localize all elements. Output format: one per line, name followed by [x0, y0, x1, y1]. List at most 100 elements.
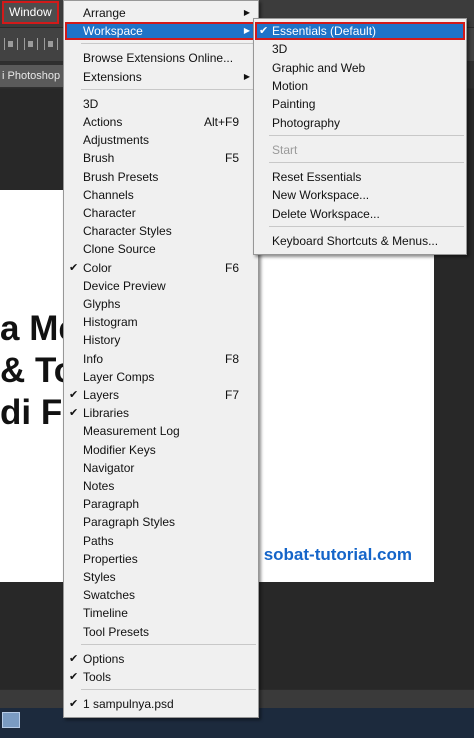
menu-item-label: New Workspace... — [272, 188, 370, 202]
menu-item-layer-comps[interactable]: Layer Comps — [65, 368, 257, 386]
menu-window[interactable]: Window — [2, 1, 59, 24]
menu-item-history[interactable]: History — [65, 331, 257, 349]
menu-item-label: 1 sampulnya.psd — [83, 697, 174, 711]
menu-item-character-styles[interactable]: Character Styles — [65, 222, 257, 240]
menu-item-label: Histogram — [83, 315, 138, 329]
menu-item-photography[interactable]: Photography — [255, 114, 465, 132]
checkmark-icon: ✔ — [69, 407, 79, 419]
menu-item-label: Adjustments — [83, 133, 150, 147]
menu-separator — [81, 89, 256, 90]
menu-item-info[interactable]: Info F8 — [65, 350, 257, 368]
menu-item-glyphs[interactable]: Glyphs — [65, 295, 257, 313]
watermark-text: sobat-tutorial.com — [263, 545, 412, 564]
menu-item-extensions[interactable]: Extensions ▶ — [65, 68, 257, 86]
menu-item-channels[interactable]: Channels — [65, 186, 257, 204]
menu-item-modifier-keys[interactable]: Modifier Keys — [65, 441, 257, 459]
menu-item-label: Tool Presets — [83, 625, 150, 639]
menu-item-label: Modifier Keys — [83, 443, 156, 457]
menu-item-keyboard-shortcuts-menus[interactable]: Keyboard Shortcuts & Menus... — [255, 232, 465, 250]
menu-item-3d[interactable]: 3D — [255, 40, 465, 58]
menu-item-arrange[interactable]: Arrange ▶ — [65, 4, 257, 22]
menu-item-styles[interactable]: Styles — [65, 568, 257, 586]
menu-separator — [269, 135, 464, 136]
menu-item-1-sampulnya-psd[interactable]: ✔ 1 sampulnya.psd — [65, 695, 257, 713]
menu-item-new-workspace[interactable]: New Workspace... — [255, 186, 465, 204]
checkmark-icon: ✔ — [259, 25, 269, 37]
menu-item-label: Layer Comps — [83, 370, 155, 384]
submenu-arrow-icon: ▶ — [243, 72, 250, 81]
menu-item-brush[interactable]: Brush F5 — [65, 149, 257, 167]
menu-item-layers[interactable]: ✔ Layers F7 — [65, 386, 257, 404]
menu-item-paragraph[interactable]: Paragraph — [65, 495, 257, 513]
menu-item-label: Character Styles — [83, 224, 172, 238]
menu-item-label: Graphic and Web — [272, 61, 366, 75]
menu-item-libraries[interactable]: ✔ Libraries — [65, 404, 257, 422]
menu-item-measurement-log[interactable]: Measurement Log — [65, 422, 257, 440]
menu-item-paths[interactable]: Paths — [65, 532, 257, 550]
menu-item-tool-presets[interactable]: Tool Presets — [65, 623, 257, 641]
document-tab[interactable]: i Photoshop — [0, 65, 70, 87]
menu-item-shortcut: F8 — [224, 352, 239, 366]
menu-item-navigator[interactable]: Navigator — [65, 459, 257, 477]
menu-item-label: Brush — [83, 151, 115, 165]
menu-separator — [269, 162, 464, 163]
align-bottom-icon[interactable] — [24, 38, 38, 50]
menu-item-label: Libraries — [83, 406, 130, 420]
menu-item-tools[interactable]: ✔ Tools — [65, 668, 257, 686]
menu-item-label: Color — [83, 261, 112, 275]
menu-separator — [81, 689, 256, 690]
align-left-icon[interactable] — [4, 38, 18, 50]
menu-separator — [81, 43, 256, 44]
menu-item-label: Paragraph — [83, 497, 140, 511]
menu-item-label: Device Preview — [83, 279, 166, 293]
menu-item-shortcut: F5 — [224, 151, 239, 165]
menu-item-label: Keyboard Shortcuts & Menus... — [272, 234, 439, 248]
menu-item-label: Paths — [83, 534, 114, 548]
menu-item-delete-workspace[interactable]: Delete Workspace... — [255, 205, 465, 223]
menu-item-graphic-and-web[interactable]: Graphic and Web — [255, 59, 465, 77]
menu-item-label: Glyphs — [83, 297, 121, 311]
menu-item-adjustments[interactable]: Adjustments — [65, 131, 257, 149]
menu-item-paragraph-styles[interactable]: Paragraph Styles — [65, 513, 257, 531]
checkmark-icon: ✔ — [69, 389, 79, 401]
menu-item-label: Character — [83, 206, 136, 220]
menu-separator — [269, 226, 464, 227]
menu-item-timeline[interactable]: Timeline — [65, 604, 257, 622]
menu-item-label: Styles — [83, 570, 116, 584]
menu-item-actions[interactable]: Actions Alt+F9 — [65, 113, 257, 131]
menu-item-browse-extensions-online[interactable]: Browse Extensions Online... — [65, 49, 257, 67]
menu-item-label: Measurement Log — [83, 424, 180, 438]
menu-item-3d[interactable]: 3D — [65, 95, 257, 113]
menu-item-histogram[interactable]: Histogram — [65, 313, 257, 331]
menu-item-label: Swatches — [83, 588, 136, 602]
menu-item-essentials-default[interactable]: ✔ Essentials (Default) — [255, 22, 465, 40]
menu-item-label: Essentials (Default) — [272, 24, 377, 38]
checkmark-icon: ✔ — [69, 262, 79, 274]
checkmark-icon: ✔ — [69, 698, 79, 710]
taskbar-app-icon[interactable] — [2, 712, 20, 728]
menu-item-brush-presets[interactable]: Brush Presets — [65, 168, 257, 186]
menu-item-properties[interactable]: Properties — [65, 550, 257, 568]
menu-item-label: Paragraph Styles — [83, 515, 176, 529]
checkmark-icon: ✔ — [69, 653, 79, 665]
menu-item-swatches[interactable]: Swatches — [65, 586, 257, 604]
menu-item-label: History — [83, 333, 121, 347]
menu-item-notes[interactable]: Notes — [65, 477, 257, 495]
menu-item-character[interactable]: Character — [65, 204, 257, 222]
menu-item-painting[interactable]: Painting — [255, 95, 465, 113]
menu-item-label: Actions — [83, 115, 123, 129]
window-menu: Arrange ▶ Workspace ▶ Browse Extensions Onli… — [63, 0, 259, 718]
menu-item-device-preview[interactable]: Device Preview — [65, 277, 257, 295]
menu-item-start: Start — [255, 141, 465, 159]
menu-item-options[interactable]: ✔ Options — [65, 650, 257, 668]
align-center-icon[interactable] — [44, 38, 58, 50]
menu-item-shortcut: Alt+F9 — [203, 115, 239, 129]
menu-item-color[interactable]: ✔ Color F6 — [65, 259, 257, 277]
menu-item-motion[interactable]: Motion — [255, 77, 465, 95]
menu-item-workspace[interactable]: Workspace ▶ — [65, 22, 257, 40]
menu-item-reset-essentials[interactable]: Reset Essentials — [255, 168, 465, 186]
menu-item-label: Notes — [83, 479, 115, 493]
menu-item-label: Info — [83, 352, 104, 366]
menu-item-clone-source[interactable]: Clone Source — [65, 240, 257, 258]
workspace-submenu: ✔ Essentials (Default) 3D Graphic and Web Mo… — [253, 18, 467, 255]
